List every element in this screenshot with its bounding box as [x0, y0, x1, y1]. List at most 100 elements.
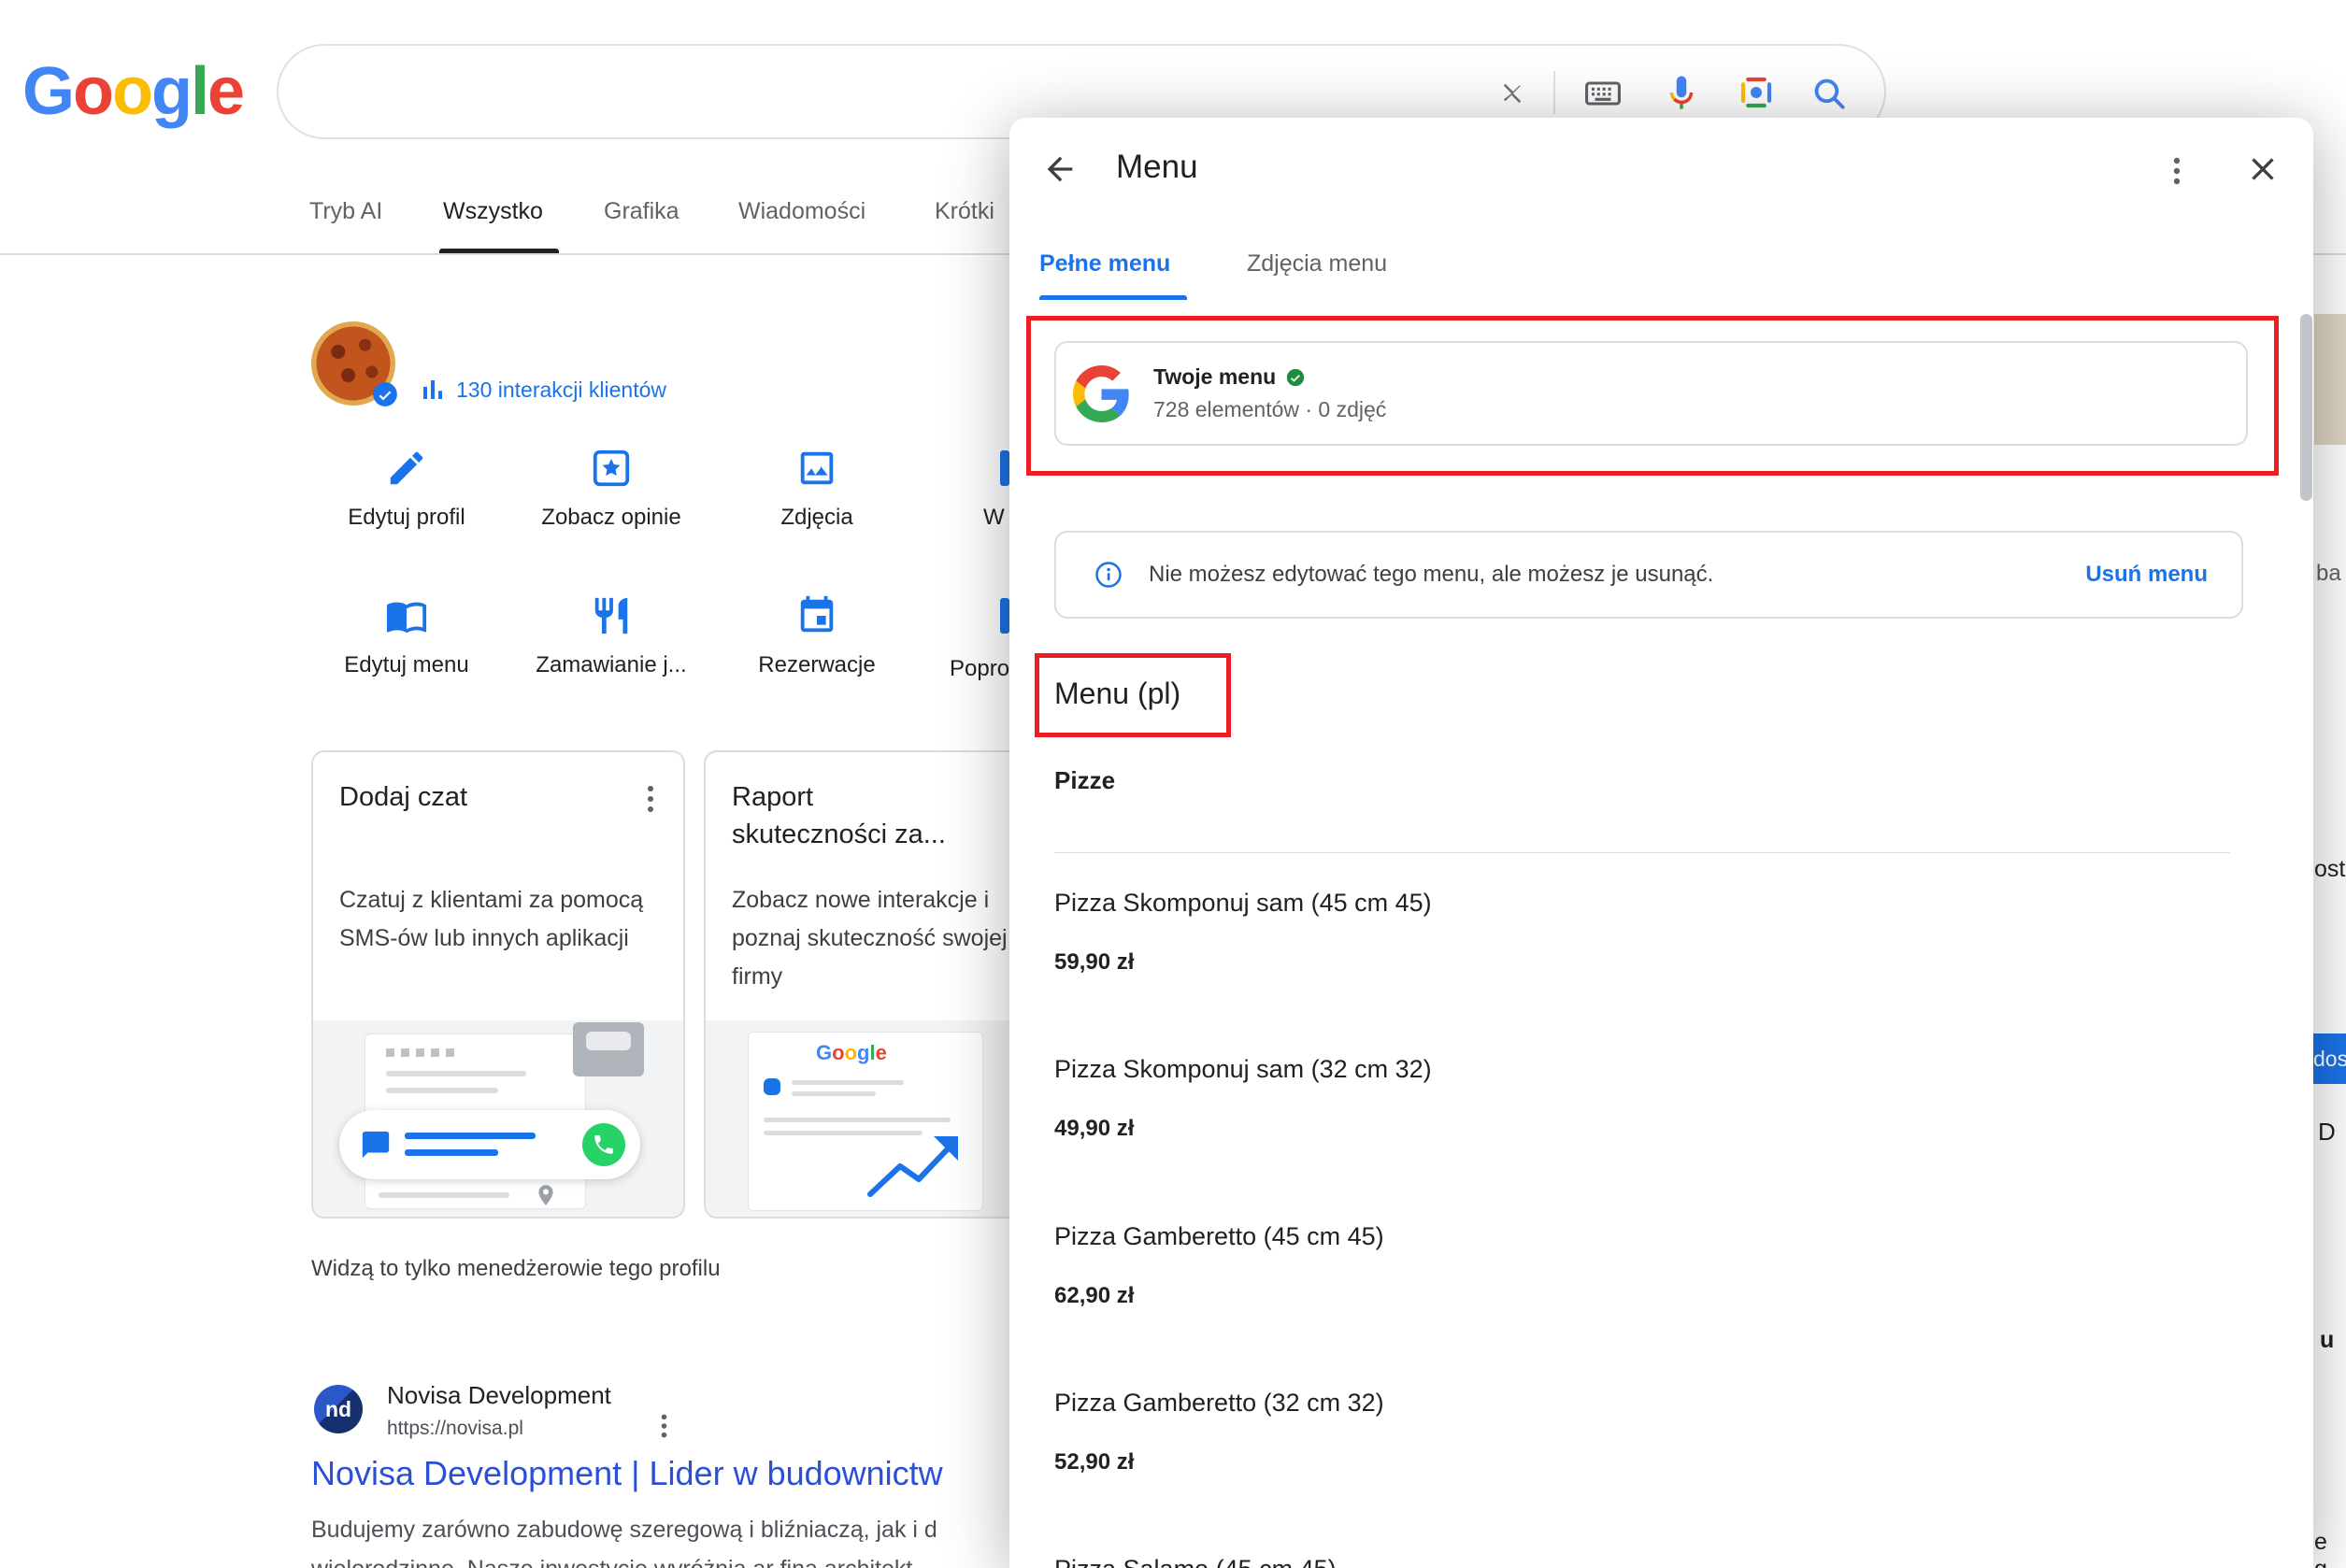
google-lens-icon[interactable]: [1735, 71, 1778, 114]
action-edytuj-menu[interactable]: Edytuj menu: [327, 594, 486, 678]
chat-bubble-icon: [362, 1131, 390, 1159]
google-g-icon: [1073, 364, 1129, 422]
action-label: Edytuj menu: [344, 652, 469, 677]
menu-item[interactable]: Pizza Skomponuj sam (32 cm 32) 49,90 zł: [1054, 1052, 2230, 1142]
menu-category-heading: Pizze: [1054, 766, 1116, 794]
clipped-text: ost: [2314, 856, 2346, 882]
delete-menu-button[interactable]: Usuń menu: [2085, 562, 2208, 588]
menu-source-card[interactable]: Twoje menu 728 elementów · 0 zdjęć: [1054, 341, 2248, 446]
action-label: Zamawianie j...: [536, 652, 687, 677]
clipped-text: ba: [2316, 561, 2341, 586]
photo-icon: [800, 451, 834, 485]
result-site-name: Novisa Development: [387, 1381, 611, 1409]
tab-grafika[interactable]: Grafika: [604, 198, 679, 225]
back-arrow-icon[interactable]: [1037, 147, 1082, 192]
logo-letter: G: [22, 54, 75, 129]
tab-tryb-ai[interactable]: Tryb AI: [309, 198, 382, 225]
clipped-action-icon: [1000, 450, 1009, 486]
keyboard-icon[interactable]: [1581, 72, 1624, 115]
menu-item[interactable]: Pizza Gamberetto (32 cm 32) 52,90 zł: [1054, 1386, 2230, 1475]
menu-item-name: Pizza Salame (45 cm 45): [1054, 1552, 2230, 1568]
action-rezerwacje[interactable]: Rezerwacje: [737, 594, 896, 678]
clipped-thumbnail: [2314, 314, 2346, 445]
review-star-icon: [593, 449, 630, 487]
google-logo[interactable]: Google: [22, 47, 245, 136]
close-icon: [1503, 83, 1522, 104]
clipped-action-icon: [1000, 598, 1009, 634]
source-card-title: Twoje menu: [1153, 364, 1277, 389]
tab-zdjecia-menu[interactable]: Zdjęcia menu: [1247, 250, 1387, 278]
menu-item[interactable]: Pizza Skomponuj sam (45 cm 45) 59,90 zł: [1054, 886, 2230, 976]
interactions-label: 130 interakcji klientów: [456, 377, 667, 402]
action-label-clipped[interactable]: Popro: [950, 656, 1009, 682]
panel-title: Menu: [1116, 149, 1198, 185]
menu-panel: Menu Pełne menu Zdjęcia menu Twoje menu: [1009, 118, 2313, 1568]
screenshot-root: Google Tryb AI Wszystko Grafika Wiadomoś…: [0, 0, 2346, 1568]
clipped-blue-button: dos: [2313, 1033, 2346, 1084]
action-label: Zobacz opinie: [541, 505, 681, 530]
card-menu-kebab-icon[interactable]: [635, 780, 666, 818]
menu-item-price: 62,90 zł: [1054, 1283, 1135, 1308]
clear-search-icon[interactable]: [1492, 72, 1535, 115]
menu-item[interactable]: Pizza Gamberetto (45 cm 45) 62,90 zł: [1054, 1219, 2230, 1309]
action-zamawianie[interactable]: Zamawianie j...: [532, 594, 691, 678]
tab-krotkie[interactable]: Krótki: [935, 198, 994, 225]
info-banner: Nie możesz edytować tego menu, ale możes…: [1054, 531, 2243, 619]
microphone-icon[interactable]: [1660, 71, 1703, 114]
card-dodaj-czat: Dodaj czat Czatuj z klientami za pomocą …: [311, 750, 685, 1219]
logo-letter: o: [112, 54, 153, 129]
menu-item-price: 52,90 zł: [1054, 1449, 1135, 1475]
card-title: Raport skuteczności za...: [732, 782, 946, 849]
action-label: Zdjęcia: [780, 505, 853, 530]
action-label: Rezerwacje: [758, 652, 876, 677]
managers-only-note: Widzą to tylko menedżerowie tego profilu: [311, 1256, 721, 1281]
search-submit-icon[interactable]: [1808, 72, 1851, 115]
chat-illustration: [313, 1020, 683, 1217]
panel-scrollbar-thumb[interactable]: [2300, 314, 2312, 501]
action-label-clipped[interactable]: W: [983, 505, 1005, 531]
menu-item-name: Pizza Skomponuj sam (32 cm 32): [1054, 1055, 1432, 1083]
clipped-text: u: [2320, 1327, 2335, 1353]
clipped-text: D: [2318, 1118, 2336, 1146]
menu-item-name: Pizza Skomponuj sam (45 cm 45): [1054, 889, 1432, 917]
action-zobacz-opinie[interactable]: Zobacz opinie: [532, 447, 691, 531]
tab-wszystko[interactable]: Wszystko: [443, 198, 543, 225]
category-divider: [1054, 852, 2230, 853]
favicon-text: nd: [324, 1396, 352, 1421]
result-site-url: https://novisa.pl: [387, 1418, 523, 1439]
restaurant-icon: [594, 597, 628, 634]
calendar-icon: [800, 595, 834, 633]
verified-check-icon: [1287, 368, 1305, 386]
action-edytuj-profil[interactable]: Edytuj profil: [327, 447, 486, 531]
menu-item-price: 49,90 zł: [1054, 1116, 1135, 1141]
card-title: Dodaj czat: [339, 782, 468, 812]
verified-badge-icon: [373, 382, 397, 406]
panel-kebab-icon[interactable]: [2154, 149, 2199, 193]
menu-language-heading: Menu (pl): [1054, 677, 1181, 710]
site-favicon: nd: [314, 1385, 363, 1433]
tab-pelne-menu[interactable]: Pełne menu: [1039, 250, 1170, 278]
customer-interactions-link[interactable]: 130 interakcji klientów: [419, 376, 666, 404]
action-zdjecia[interactable]: Zdjęcia: [737, 447, 896, 531]
result-kebab-icon[interactable]: [645, 1407, 682, 1445]
close-icon[interactable]: [2240, 147, 2285, 192]
panel-active-tab-underline: [1039, 295, 1187, 300]
tab-wiadomosci[interactable]: Wiadomości: [738, 198, 865, 225]
info-icon: [1095, 562, 1122, 588]
clipped-text: e g: [2314, 1529, 2327, 1568]
result-snippet-line2: wielorodzinne. Nasze inwestycje wyróżnia…: [311, 1553, 912, 1568]
location-pin-icon: [538, 1185, 553, 1205]
pencil-icon: [390, 451, 423, 485]
result-title-link[interactable]: Novisa Development | Lider w budownictw: [311, 1454, 943, 1493]
mini-google-logo: Google: [816, 1041, 887, 1064]
logo-letter: l: [190, 54, 209, 129]
menu-item[interactable]: Pizza Salame (45 cm 45): [1054, 1552, 2230, 1568]
info-banner-text: Nie możesz edytować tego menu, ale możes…: [1149, 562, 1714, 587]
logo-letter: g: [150, 54, 193, 129]
card-body-text: Czatuj z klientami za pomocą SMS-ów lub …: [339, 887, 644, 951]
logo-letter: o: [73, 54, 114, 129]
menu-item-name: Pizza Gamberetto (45 cm 45): [1054, 1222, 1384, 1250]
action-label: Edytuj profil: [348, 505, 465, 530]
trending-up-arrow: [867, 1136, 958, 1197]
whatsapp-icon: [582, 1123, 625, 1166]
